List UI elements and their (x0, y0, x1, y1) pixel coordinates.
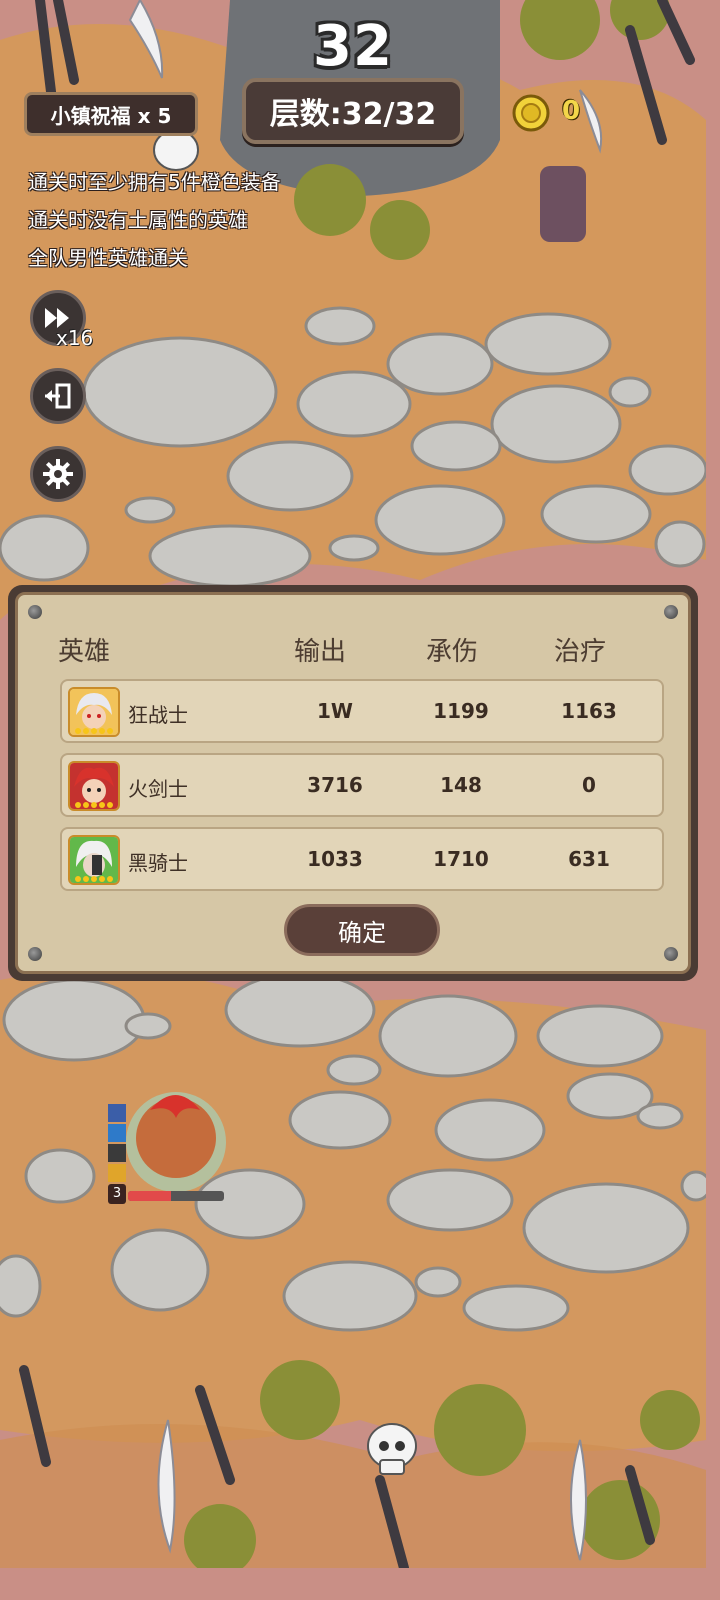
column-header-hero: 英雄 (58, 637, 111, 667)
hero-name: 黑骑士 (128, 851, 188, 875)
hero-name: 火剑士 (128, 777, 188, 801)
hero-hp-fill (128, 1191, 172, 1201)
hero-level-badge: 3 (108, 1184, 126, 1204)
quest-condition-2: 通关时没有土属性的英雄 (28, 208, 248, 232)
hero-healing: 631 (568, 847, 610, 871)
hero-damage: 1033 (307, 847, 363, 871)
blessing-badge[interactable]: 小镇祝福 x 5 (24, 92, 198, 136)
exit-icon (45, 383, 71, 409)
hero-damage-taken: 148 (440, 773, 482, 797)
battle-stats-panel: 英雄 输出 承伤 治疗 狂战士 1W 1199 1163 火剑士 3716 14… (8, 585, 698, 981)
hero-damage-taken: 1710 (433, 847, 489, 871)
hero-stat-row: 火剑士 3716 148 0 (60, 753, 664, 817)
column-header-damage: 输出 (294, 637, 347, 667)
hero-damage: 1W (317, 699, 353, 723)
hero-stat-row: 黑骑士 1033 1710 631 (60, 827, 664, 891)
column-header-taken: 承伤 (426, 637, 479, 667)
hero-damage: 3716 (307, 773, 363, 797)
rivet (664, 947, 678, 961)
hero-avatar (68, 835, 120, 885)
floor-progress-label: 层数:32/32 (269, 97, 437, 132)
hero-stat-row: 狂战士 1W 1199 1163 (60, 679, 664, 743)
hero-damage-taken: 1199 (433, 699, 489, 723)
coin-count: 0 (562, 96, 581, 126)
settings-button[interactable] (30, 446, 86, 502)
hero-name: 狂战士 (128, 703, 188, 727)
floor-number: 32 (313, 14, 393, 79)
column-header-heal: 治疗 (554, 637, 607, 667)
exit-button[interactable] (30, 368, 86, 424)
hero-avatar (68, 687, 120, 737)
hero-hp-bar (128, 1191, 224, 1201)
rivet (28, 605, 42, 619)
confirm-button[interactable]: 确定 (284, 904, 440, 956)
rivet (664, 605, 678, 619)
gear-icon (43, 459, 73, 489)
floor-progress-plate: 层数:32/32 (242, 78, 464, 144)
hero-healing: 1163 (561, 699, 617, 723)
quest-condition-1: 通关时至少拥有5件橙色装备 (28, 170, 281, 194)
hero-avatar (68, 761, 120, 811)
rivet (28, 947, 42, 961)
confirm-label: 确定 (338, 918, 386, 947)
hero-healing: 0 (582, 773, 596, 797)
speed-multiplier: x16 (56, 326, 94, 350)
quest-condition-3: 全队男性英雄通关 (28, 246, 188, 270)
blessing-label: 小镇祝福 x 5 (50, 103, 172, 128)
gold-coin-icon (512, 94, 550, 132)
